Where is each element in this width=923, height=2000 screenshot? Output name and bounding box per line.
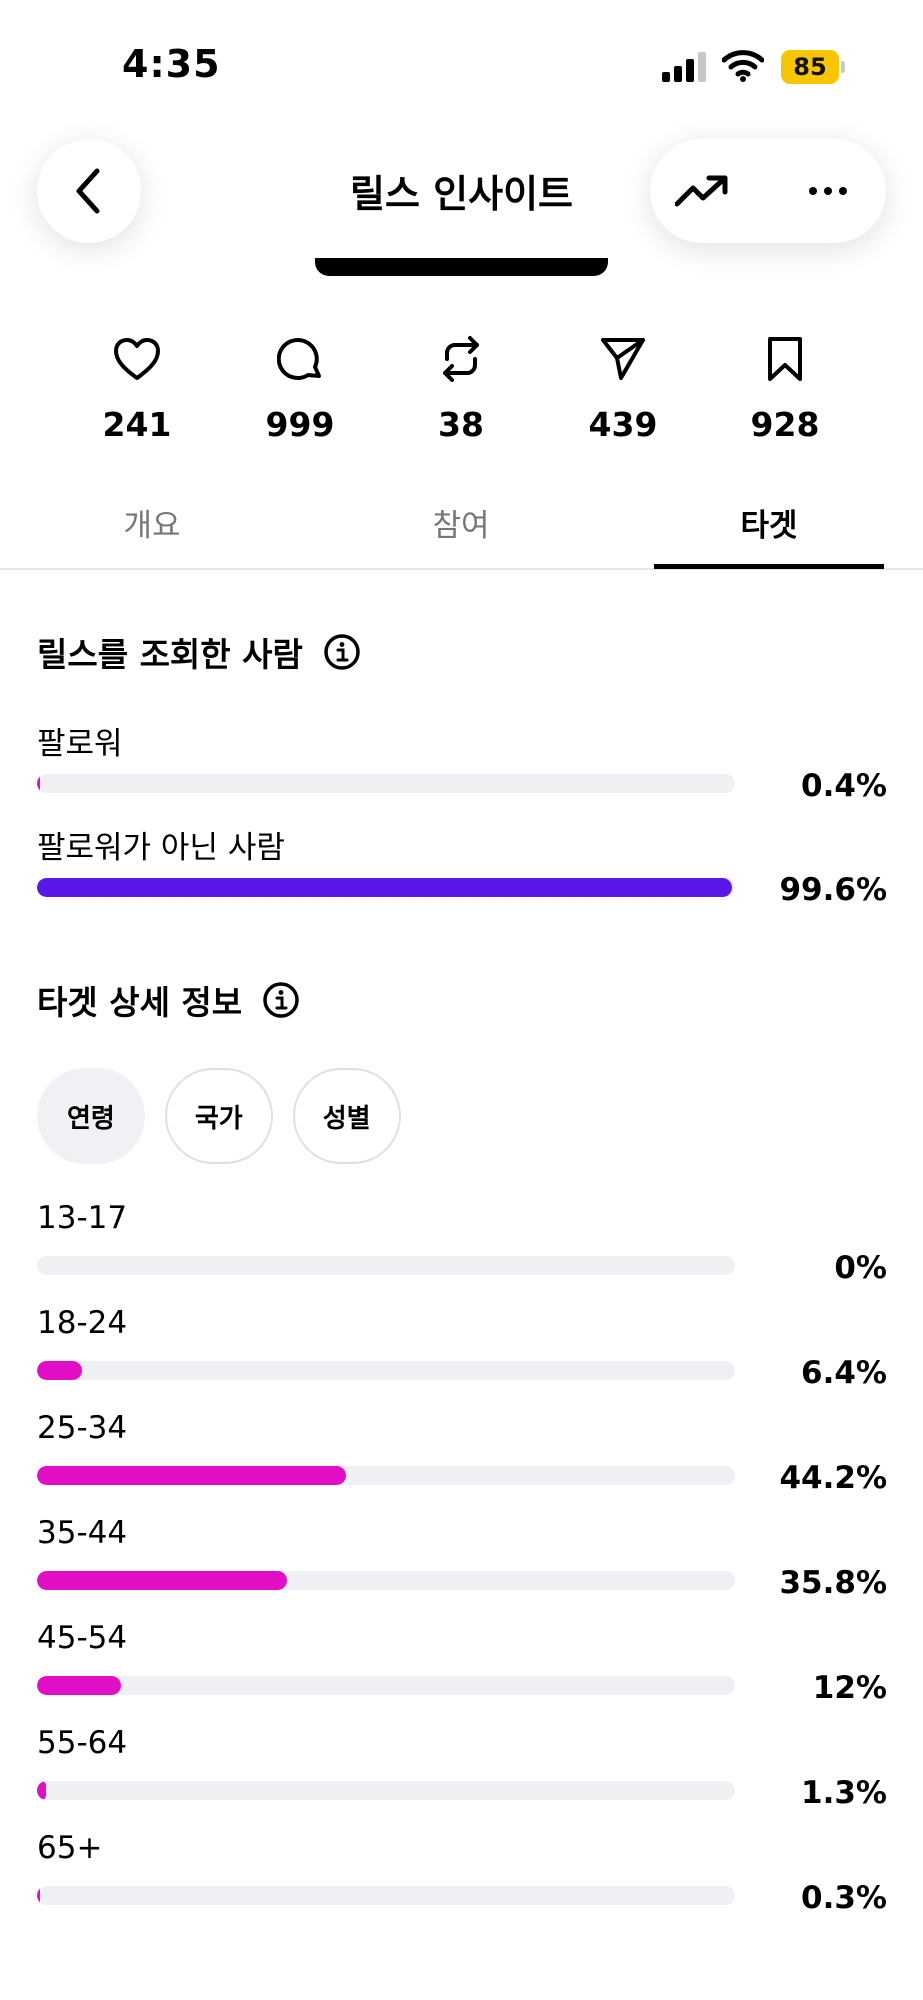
bar-value: 0% [834,1250,887,1286]
info-icon[interactable] [323,633,361,671]
stat-saves: 928 [720,335,850,444]
bar-label: 13-17 [37,1200,128,1236]
bar-label: 35-44 [37,1515,128,1551]
trend-button[interactable] [674,163,730,219]
audience-section-title: 타겟 상세 정보 [37,976,300,1024]
bar-track [37,878,735,897]
wifi-icon [722,50,764,82]
info-icon[interactable] [262,981,300,1019]
bar-fill [37,1466,346,1485]
bar-row: 25-34 44.2% [37,1410,887,1510]
bar-track [37,1466,735,1485]
bar-track [37,1361,735,1380]
stat-reposts: 38 [396,335,526,444]
viewers-title-text: 릴스를 조회한 사람 [37,635,303,674]
bar-track [37,1571,735,1590]
bar-row: 13-17 0% [37,1200,887,1300]
bar-label: 65+ [37,1830,103,1866]
bar-row: 45-54 12% [37,1620,887,1720]
stat-value: 38 [438,405,484,444]
audience-filter-chips: 연령 국가 성별 [37,1068,401,1164]
bar-value: 1.3% [801,1775,887,1811]
chip-age[interactable]: 연령 [37,1068,145,1164]
bar-fill [37,1676,121,1695]
bar-label: 25-34 [37,1410,128,1446]
bar-fill [37,774,40,793]
header-actions [650,139,886,243]
bar-value: 0.4% [801,768,887,804]
bar-label: 팔로워 [37,726,123,762]
bar-fill [37,1361,82,1380]
bar-fill [37,1781,47,1800]
bar-track [37,1676,735,1695]
bar-value: 35.8% [779,1565,887,1601]
signal-icon [662,52,706,82]
stat-value: 241 [102,405,172,444]
stat-value: 928 [750,405,820,444]
bar-fill [37,1886,40,1905]
status-time: 4:35 [122,42,221,86]
send-icon [601,338,645,380]
stat-value: 439 [588,405,658,444]
bar-value: 44.2% [779,1460,887,1496]
stat-shares: 439 [558,335,688,444]
stat-likes: 241 [72,335,202,444]
bar-value: 0.3% [801,1880,887,1916]
comment-icon [277,338,321,380]
bar-value: 12% [812,1670,887,1706]
bar-row: 35-44 35.8% [37,1515,887,1615]
status-bar: 4:35 85 [0,0,923,130]
more-horizontal-icon [809,187,847,195]
stat-comments: 999 [235,335,365,444]
bar-label: 팔로워가 아닌 사람 [37,830,285,866]
bar-row: 55-64 1.3% [37,1725,887,1825]
reels-insights-page: 4:35 85 릴스 인사이트 241 999 38 439 928 개요 참여… [0,0,923,2000]
reel-preview-handle[interactable] [315,258,608,276]
bar-row: 18-24 6.4% [37,1305,887,1405]
bar-row: 65+ 0.3% [37,1830,887,1930]
tab-overview[interactable]: 개요 [52,500,252,545]
bar-fill [37,878,733,897]
more-options-button[interactable] [800,163,856,219]
stat-value: 999 [265,405,335,444]
bar-track [37,1781,735,1800]
bar-label: 18-24 [37,1305,128,1341]
battery-nub [841,61,845,73]
tab-audience[interactable]: 타겟 [669,500,869,545]
bar-fill [37,1571,287,1590]
bar-label: 55-64 [37,1725,128,1761]
bar-track [37,1256,735,1275]
bookmark-icon [768,337,802,381]
tab-engagement[interactable]: 참여 [361,500,561,545]
back-button[interactable] [37,139,141,243]
heart-icon [114,338,160,380]
bar-track [37,774,735,793]
page-title: 릴스 인사이트 [350,172,573,216]
bar-value: 6.4% [801,1355,887,1391]
bar-value: 99.6% [779,872,887,908]
bar-track [37,1886,735,1905]
active-tab-indicator [654,564,884,569]
bar-row: 팔로워 0.4% [37,718,887,818]
bar-row: 팔로워가 아닌 사람 99.6% [37,822,887,922]
insights-tabs: 개요 참여 타겟 [0,480,923,570]
repost-icon [443,336,479,382]
viewers-section-title: 릴스를 조회한 사람 [37,628,361,676]
audience-title-text: 타겟 상세 정보 [37,983,243,1022]
chevron-left-icon [76,168,100,214]
bar-label: 45-54 [37,1620,128,1656]
battery-level: 85 [781,50,839,84]
trending-up-icon [675,175,728,207]
battery-indicator: 85 [781,50,845,84]
engagement-stats: 241 999 38 439 928 [0,335,923,445]
chip-country[interactable]: 국가 [164,1068,273,1164]
chip-gender[interactable]: 성별 [292,1068,401,1164]
